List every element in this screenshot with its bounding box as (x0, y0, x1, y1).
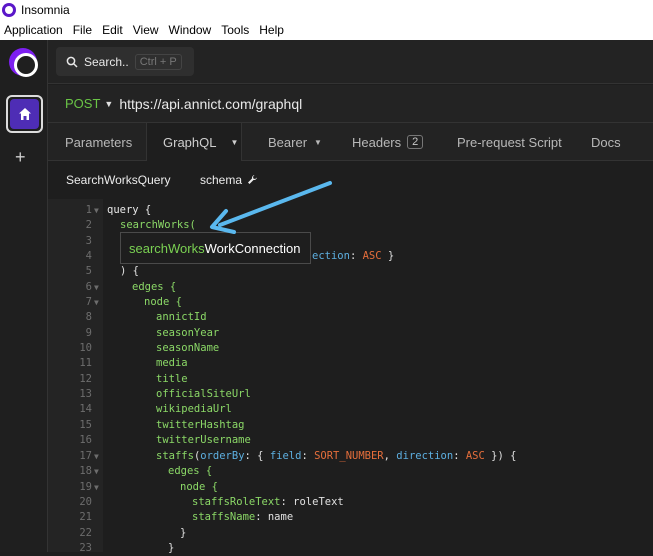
annotation-arrow-icon (210, 181, 332, 234)
